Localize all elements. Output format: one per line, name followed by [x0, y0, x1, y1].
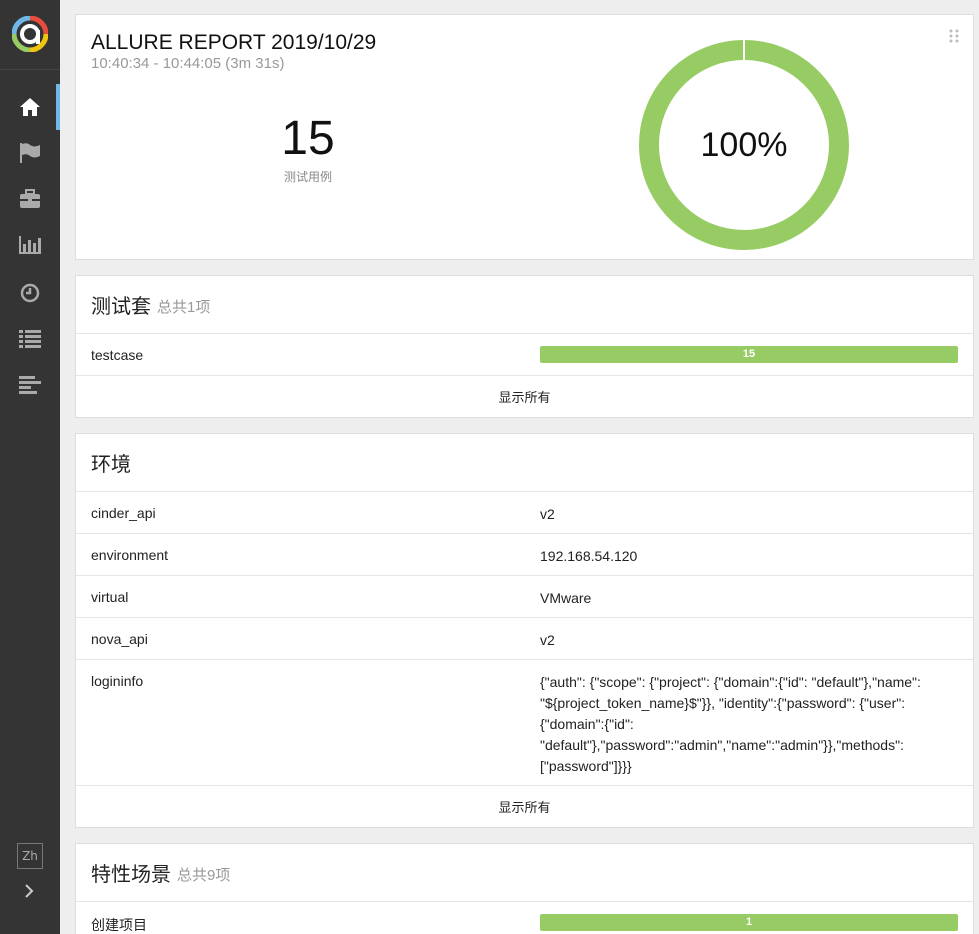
env-value: VMware [540, 590, 592, 606]
nav-graphs[interactable] [0, 222, 60, 268]
features-subtitle: 总共9项 [177, 867, 231, 884]
sidebar: Zh [0, 0, 60, 934]
env-value: 192.168.54.120 [540, 548, 638, 564]
env-row: cinder_api v2 [76, 492, 973, 534]
summary-widget: ALLURE REPORT 2019/10/29 10:40:34 - 10:4… [75, 14, 974, 260]
features-widget: 特性场景 总共9项 创建项目 1 [75, 843, 974, 934]
env-key: cinder_api [91, 505, 156, 521]
nav-overview[interactable] [0, 84, 60, 130]
suites-widget: 测试套 总共1项 testcase 15 显示所有 [75, 275, 974, 418]
briefcase-icon [20, 189, 40, 208]
bar-chart-icon [19, 236, 41, 254]
report-time: 10:40:34 - 10:44:05 (3m 31s) [91, 55, 285, 72]
environment-header: 环境 [76, 434, 973, 492]
clock-icon [20, 283, 40, 303]
nav-timeline[interactable] [0, 270, 60, 316]
suite-name: testcase [91, 347, 144, 363]
flag-icon [20, 143, 40, 163]
language-button[interactable]: Zh [17, 843, 43, 869]
allure-logo[interactable] [0, 0, 60, 70]
test-case-count: 15 [281, 112, 335, 165]
pass-rate-donut: 100% [639, 39, 849, 250]
feature-pass-bar: 1 [540, 914, 958, 931]
env-row: virtual VMware [76, 576, 973, 618]
suites-title: 测试套 [91, 296, 151, 318]
chevron-right-icon [25, 884, 34, 898]
allure-logo-icon [12, 16, 48, 52]
drag-handle-icon[interactable] [949, 29, 959, 43]
env-row: logininfo {"auth": {"scope": {"project":… [76, 660, 973, 786]
env-value: v2 [540, 506, 555, 522]
feature-row[interactable]: 创建项目 1 [76, 902, 973, 934]
home-icon [20, 98, 40, 116]
features-header: 特性场景 总共9项 [76, 844, 973, 902]
env-key: logininfo [91, 673, 144, 689]
suites-subtitle: 总共1项 [157, 299, 211, 316]
env-key: virtual [91, 589, 129, 605]
suite-row[interactable]: testcase 15 [76, 334, 973, 376]
suites-show-all-link[interactable]: 显示所有 [76, 376, 973, 417]
env-key: nova_api [91, 631, 148, 647]
suites-header: 测试套 总共1项 [76, 276, 973, 334]
features-title: 特性场景 [91, 864, 171, 886]
timeline-icon [19, 376, 41, 394]
env-key: environment [91, 547, 169, 563]
env-row: environment 192.168.54.120 [76, 534, 973, 576]
test-case-count-label: 测试用例 [283, 170, 332, 184]
list-icon [19, 330, 41, 348]
env-value: v2 [540, 632, 555, 648]
pass-rate-label: 100% [701, 126, 788, 164]
report-title: ALLURE REPORT 2019/10/29 [91, 31, 377, 54]
nav-packages[interactable] [0, 362, 60, 408]
nav-behaviors[interactable] [0, 316, 60, 362]
environment-title: 环境 [91, 454, 131, 476]
feature-name: 创建项目 [91, 917, 147, 933]
env-value: {"auth": {"scope": {"project": {"domain"… [540, 674, 921, 774]
environment-widget: 环境 cinder_api v2 environment 192.168.54.… [75, 433, 974, 828]
suite-pass-bar: 15 [540, 346, 958, 363]
nav-categories[interactable] [0, 130, 60, 176]
environment-show-all-link[interactable]: 显示所有 [76, 786, 973, 827]
nav-suites[interactable] [0, 176, 60, 222]
expand-sidebar-button[interactable] [14, 878, 44, 904]
env-row: nova_api v2 [76, 618, 973, 660]
